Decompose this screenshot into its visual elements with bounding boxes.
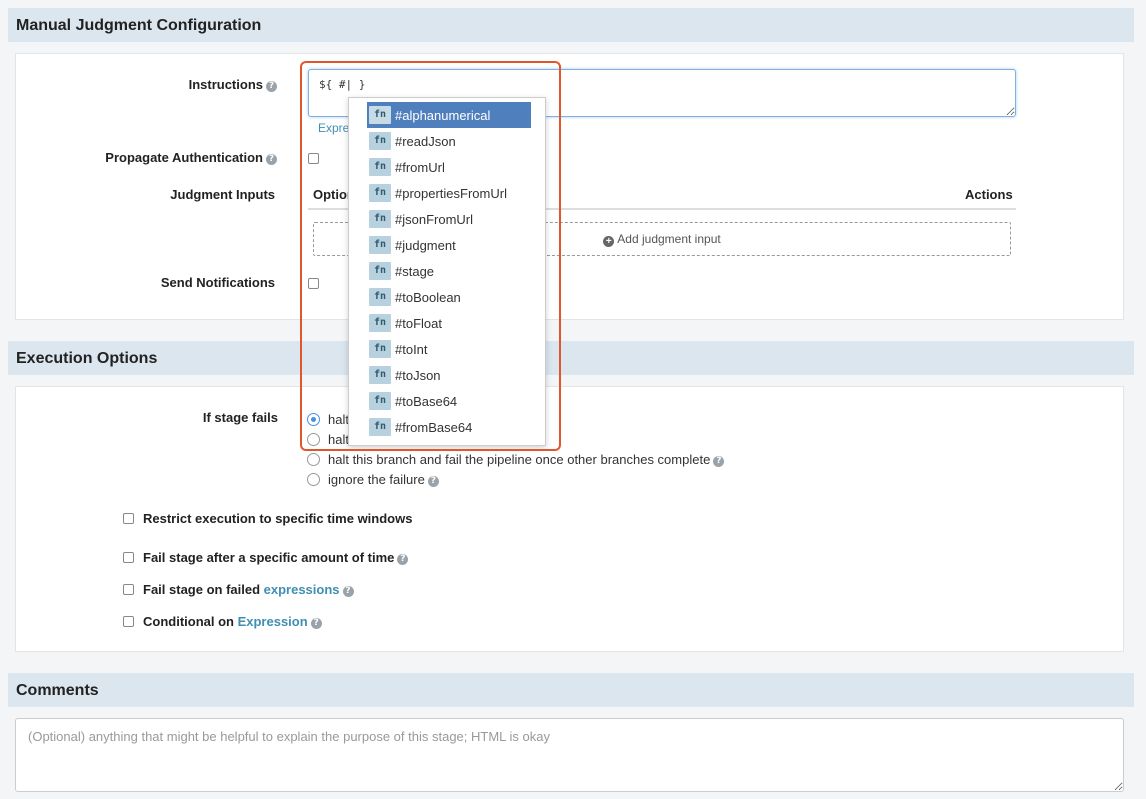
comments-input[interactable] <box>15 718 1124 792</box>
plus-circle-icon: + <box>603 236 615 247</box>
radio-halt-stage-label: halt <box>328 432 349 447</box>
radio-halt-pipeline[interactable] <box>307 413 320 426</box>
autocomplete-item-label: #propertiesFromUrl <box>395 185 507 201</box>
autocomplete-dropdown: fn #alphanumerical fn #readJson fn #fromUrl… <box>348 97 546 446</box>
function-badge-icon: fn <box>369 418 391 436</box>
conditional-on-text: Conditional on <box>143 614 238 629</box>
autocomplete-item[interactable]: fn #toBase64 <box>367 388 531 414</box>
autocomplete-item-label: #stage <box>395 263 435 279</box>
help-icon[interactable]: ? <box>427 476 439 487</box>
propagate-auth-checkbox[interactable] <box>308 153 319 164</box>
conditional-expression-checkbox[interactable] <box>123 616 134 627</box>
comments-title: Comments <box>16 682 99 699</box>
add-judgment-input-label: Add judgment input <box>617 232 721 246</box>
propagate-auth-label-text: Propagate Authentication <box>105 150 263 165</box>
function-badge-icon: fn <box>369 184 391 202</box>
instructions-label: Instructions? <box>150 77 277 92</box>
function-badge-icon: fn <box>369 158 391 176</box>
help-icon[interactable]: ? <box>310 618 322 629</box>
autocomplete-item[interactable]: fn #judgment <box>367 232 531 258</box>
autocomplete-item[interactable]: fn #fromBase64 <box>367 414 531 440</box>
radio-halt-branch-label: halt this branch and fail the pipeline o… <box>328 452 725 467</box>
propagate-auth-label: Propagate Authentication? <box>60 150 277 165</box>
autocomplete-item[interactable]: fn #alphanumerical <box>367 102 531 128</box>
fail-on-expressions-label: Fail stage on failed expressions? <box>143 582 354 597</box>
fail-on-expressions-text: Fail stage on failed <box>143 582 264 597</box>
conditional-expression-label: Conditional on Expression? <box>143 614 322 629</box>
help-icon[interactable]: ? <box>266 81 277 92</box>
autocomplete-item-label: #fromBase64 <box>395 419 473 435</box>
fail-after-time-text: Fail stage after a specific amount of ti… <box>143 550 395 565</box>
restrict-time-windows-label: Restrict execution to specific time wind… <box>143 511 413 526</box>
autocomplete-item-label: #judgment <box>395 237 456 253</box>
expressions-link[interactable]: expressions <box>264 582 340 597</box>
autocomplete-item[interactable]: fn #toJson <box>367 362 531 388</box>
expression-hint-link[interactable]: Expre <box>318 121 349 135</box>
autocomplete-item[interactable]: fn #readJson <box>367 128 531 154</box>
execution-options-title: Execution Options <box>16 350 158 367</box>
autocomplete-item-label: #toFloat <box>395 315 442 331</box>
autocomplete-item-label: #toBase64 <box>395 393 458 409</box>
function-badge-icon: fn <box>369 132 391 150</box>
autocomplete-item-label: #toBoolean <box>395 289 461 305</box>
help-icon[interactable]: ? <box>713 456 725 467</box>
autocomplete-item[interactable]: fn #toBoolean <box>367 284 531 310</box>
autocomplete-item-label: #alphanumerical <box>395 107 491 123</box>
restrict-time-windows-checkbox[interactable] <box>123 513 134 524</box>
help-icon[interactable]: ? <box>266 154 277 165</box>
manual-judgment-header: Manual Judgment Configuration <box>8 8 1134 42</box>
autocomplete-item[interactable]: fn #fromUrl <box>367 154 531 180</box>
fail-on-expressions-checkbox[interactable] <box>123 584 134 595</box>
radio-ignore-failure[interactable] <box>307 473 320 486</box>
radio-ignore-failure-text: ignore the failure <box>328 472 425 487</box>
help-icon[interactable]: ? <box>397 554 409 565</box>
function-badge-icon: fn <box>369 288 391 306</box>
function-badge-icon: fn <box>369 366 391 384</box>
actions-column-header: Actions <box>965 187 1013 202</box>
function-badge-icon: fn <box>369 340 391 358</box>
instructions-label-text: Instructions <box>188 77 263 92</box>
radio-ignore-failure-label: ignore the failure? <box>328 472 439 487</box>
radio-halt-pipeline-label: halt <box>328 412 349 427</box>
send-notifications-label: Send Notifications <box>160 275 275 290</box>
comments-header: Comments <box>8 673 1134 707</box>
function-badge-icon: fn <box>369 210 391 228</box>
radio-halt-branch-text: halt this branch and fail the pipeline o… <box>328 452 711 467</box>
function-badge-icon: fn <box>369 236 391 254</box>
judgment-inputs-label: Judgment Inputs <box>170 187 275 202</box>
manual-judgment-title: Manual Judgment Configuration <box>16 17 262 34</box>
function-badge-icon: fn <box>369 262 391 280</box>
if-stage-fails-label: If stage fails <box>202 410 278 425</box>
function-badge-icon: fn <box>369 392 391 410</box>
autocomplete-item-label: #readJson <box>395 133 456 149</box>
send-notifications-checkbox[interactable] <box>308 278 319 289</box>
fail-after-time-label: Fail stage after a specific amount of ti… <box>143 550 409 565</box>
execution-options-header: Execution Options <box>8 341 1134 375</box>
help-icon[interactable]: ? <box>342 586 354 597</box>
radio-halt-stage[interactable] <box>307 433 320 446</box>
autocomplete-item-label: #toJson <box>395 367 441 383</box>
autocomplete-item-label: #fromUrl <box>395 159 445 175</box>
function-badge-icon: fn <box>369 314 391 332</box>
autocomplete-item[interactable]: fn #propertiesFromUrl <box>367 180 531 206</box>
autocomplete-item[interactable]: fn #jsonFromUrl <box>367 206 531 232</box>
autocomplete-item[interactable]: fn #stage <box>367 258 531 284</box>
fail-after-time-checkbox[interactable] <box>123 552 134 563</box>
autocomplete-item-label: #toInt <box>395 341 428 357</box>
function-badge-icon: fn <box>369 106 391 124</box>
autocomplete-item[interactable]: fn #toInt <box>367 336 531 362</box>
radio-halt-branch[interactable] <box>307 453 320 466</box>
autocomplete-item-label: #jsonFromUrl <box>395 211 474 227</box>
autocomplete-item[interactable]: fn #toFloat <box>367 310 531 336</box>
expression-link[interactable]: Expression <box>238 614 308 629</box>
